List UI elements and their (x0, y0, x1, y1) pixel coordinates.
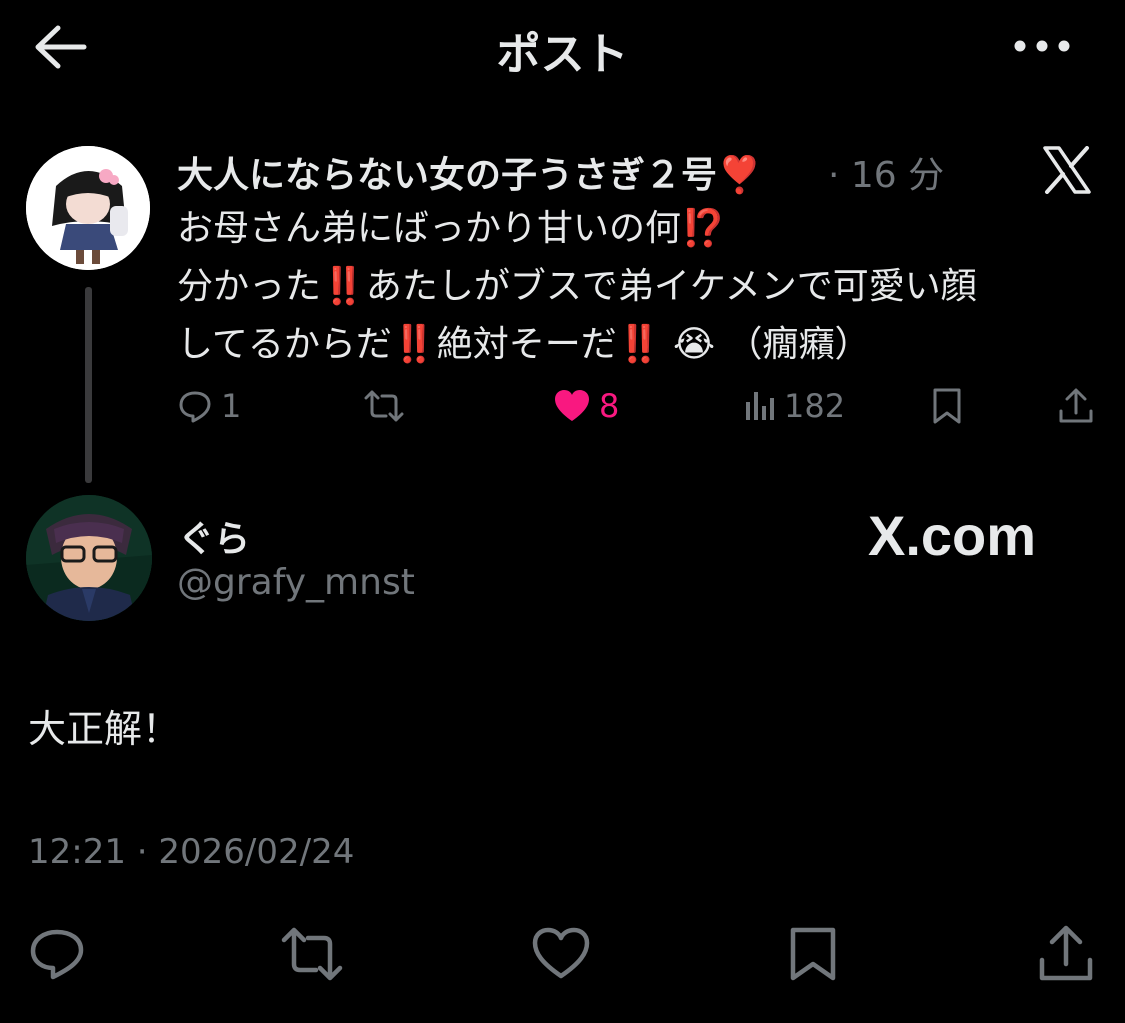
post-text-segment: してるからだ (177, 324, 392, 365)
bookmark-button[interactable] (785, 924, 845, 984)
post-time: · 16 分 (828, 155, 945, 196)
bookmark-button[interactable] (930, 383, 964, 429)
bookmark-icon (933, 388, 961, 424)
share-icon (1039, 925, 1093, 981)
repost-button[interactable] (280, 924, 343, 984)
post-text-segment: 絶対そーだ (436, 324, 617, 365)
heart-outline-icon (532, 927, 590, 979)
post-line-1: お母さん弟にばっかり甘いの何⁉️ (177, 200, 1077, 258)
share-button[interactable] (1036, 924, 1096, 984)
post-line-3: してるからだ‼️絶対そーだ‼️ 😭 （癇癪） (177, 316, 1077, 374)
interrobang-emoji: ⁉️ (681, 208, 726, 249)
bookmark-icon (790, 927, 836, 981)
like-count: 8 (599, 387, 620, 425)
reply-author-handle[interactable]: @grafy_mnst (177, 562, 415, 603)
post-body: お母さん弟にばっかり甘いの何⁉️ 分かった‼️あたしがブスで弟イケメンで可愛い顔… (177, 200, 1077, 374)
post-action-bar: 1 8 182 (0, 383, 1125, 429)
reply-author-name[interactable]: ぐら (178, 510, 250, 562)
views-chart-icon (746, 392, 774, 420)
reply-icon (179, 391, 211, 423)
reply-body: 大正解！ (28, 707, 181, 751)
double-exclamation-emoji: ‼️ (391, 324, 437, 365)
reply-action-bar (0, 924, 1125, 984)
heart-exclamation-emoji: ❣️ (717, 155, 762, 196)
reply-count: 1 (221, 387, 242, 425)
reply-icon (30, 929, 84, 980)
views-button[interactable]: 182 (744, 383, 845, 429)
reply-button[interactable]: 1 (177, 383, 241, 429)
post-text-segment: 😭 （癇癪） (661, 324, 871, 365)
view-count: 182 (784, 387, 846, 425)
more-button[interactable] (1010, 30, 1074, 62)
post-line-2: 分かった‼️あたしがブスで弟イケメンで可愛い顔 (177, 258, 1077, 316)
xcom-watermark: X.com (868, 500, 1036, 570)
post-text-segment: お母さん弟にばっかり甘いの何 (177, 208, 682, 249)
share-button[interactable] (1057, 383, 1095, 429)
double-exclamation-emoji: ‼️ (321, 266, 366, 307)
x-logo-icon (1042, 146, 1092, 194)
repost-icon (281, 927, 343, 981)
author-name-text: 大人にならない女の子うさぎ２号 (177, 155, 718, 196)
avatar[interactable] (26, 495, 152, 621)
repost-icon (364, 390, 404, 422)
post-text-segment: 分かった (177, 266, 322, 307)
repost-button[interactable] (362, 383, 406, 429)
author-name[interactable]: 大人にならない女の子うさぎ２号❣️ (177, 146, 762, 198)
post-text-segment: あたしがブスで弟イケメンで可愛い顔 (365, 266, 977, 307)
character-avatar-image (26, 495, 152, 621)
more-horizontal-icon (1014, 40, 1070, 52)
avatar[interactable] (26, 146, 150, 270)
reply-button[interactable] (27, 924, 87, 984)
reply-timestamp: 12:21 · 2026/02/24 (28, 832, 355, 872)
double-exclamation-emoji: ‼️ (616, 324, 662, 365)
xcom-watermark-text: X.com (868, 503, 1037, 567)
like-button[interactable]: 8 (553, 383, 619, 429)
like-button[interactable] (530, 924, 590, 984)
share-icon (1059, 388, 1093, 423)
anime-girl-avatar-image (26, 146, 150, 270)
heart-filled-icon (555, 390, 589, 421)
page-title: ポスト (496, 29, 629, 80)
